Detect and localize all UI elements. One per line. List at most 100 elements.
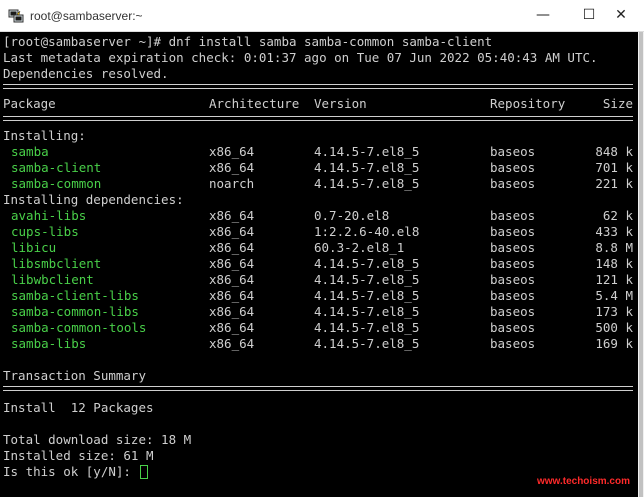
- package-version: 4.14.5-7.el8_5: [314, 288, 420, 303]
- package-size: 701 k: [595, 160, 633, 175]
- separator-line: [3, 116, 633, 121]
- package-version: 1:2.2.6-40.el8: [314, 224, 420, 239]
- package-arch: x86_64: [209, 240, 255, 255]
- package-name: samba-client: [11, 160, 102, 175]
- package-name: samba-common-tools: [11, 320, 147, 335]
- package-row: samba-common-tools x86_64 4.14.5-7.el8_5 ba…: [3, 320, 633, 336]
- prompt-text: Is this ok [y/N]:: [3, 464, 139, 479]
- package-size: 5.4 M: [595, 288, 633, 303]
- package-version: 0.7-20.el8: [314, 208, 390, 223]
- package-row: libwbclient x86_64 4.14.5-7.el8_5 baseos 121…: [3, 272, 633, 288]
- package-name: samba-libs: [11, 336, 87, 351]
- package-size: 148 k: [595, 256, 633, 271]
- package-row: libsmbclient x86_64 4.14.5-7.el8_5 baseos 14…: [3, 256, 633, 272]
- package-row: samba-libs x86_64 4.14.5-7.el8_5 baseos 169 …: [3, 336, 633, 352]
- window-title: root@sambaserver:~: [30, 9, 143, 23]
- package-arch: x86_64: [209, 320, 255, 335]
- package-version: 60.3-2.el8_1: [314, 240, 405, 255]
- package-repo: baseos: [490, 336, 536, 351]
- package-repo: baseos: [490, 288, 536, 303]
- package-repo: baseos: [490, 272, 536, 287]
- package-version: 4.14.5-7.el8_5: [314, 176, 420, 191]
- package-row: samba-client-libs x86_64 4.14.5-7.el8_5 bas…: [3, 288, 633, 304]
- separator-line: [3, 84, 633, 89]
- package-version: 4.14.5-7.el8_5: [314, 272, 420, 287]
- package-version: 4.14.5-7.el8_5: [314, 304, 420, 319]
- download-size-line: Total download size: 18 M: [3, 432, 192, 447]
- dependencies-label: Installing dependencies:: [3, 192, 184, 207]
- command-line: [root@sambaserver ~]# dnf install samba …: [3, 34, 493, 49]
- installing-label: Installing:: [3, 128, 86, 143]
- package-name: libicu: [11, 240, 57, 255]
- confirm-prompt[interactable]: Is this ok [y/N]:: [3, 464, 149, 480]
- package-row: cups-libs x86_64 1:2.2.6-40.el8 baseos 433 k: [3, 224, 633, 240]
- package-row: samba-common noarch 4.14.5-7.el8_5 baseos 22…: [3, 176, 633, 192]
- package-arch: x86_64: [209, 272, 255, 287]
- package-size: 848 k: [595, 144, 633, 159]
- package-arch: x86_64: [209, 304, 255, 319]
- metadata-line: Last metadata expiration check: 0:01:37 …: [3, 50, 598, 65]
- package-arch: x86_64: [209, 160, 255, 175]
- package-repo: baseos: [490, 240, 536, 255]
- package-name: libwbclient: [11, 272, 94, 287]
- header-repository: Repository: [490, 96, 566, 111]
- header-package: Package: [3, 96, 56, 111]
- package-name: cups-libs: [11, 224, 79, 239]
- package-repo: baseos: [490, 208, 536, 223]
- terminal-output[interactable]: [root@sambaserver ~]# dnf install samba …: [0, 32, 638, 497]
- package-arch: x86_64: [209, 256, 255, 271]
- deps-resolved-line: Dependencies resolved.: [3, 66, 169, 81]
- package-size: 433 k: [595, 224, 633, 239]
- window-titlebar[interactable]: root@sambaserver:~ — ☐ ✕: [0, 0, 644, 32]
- package-arch: noarch: [209, 176, 255, 191]
- table-header: Package Architecture Version Repository …: [3, 96, 633, 112]
- transaction-summary-label: Transaction Summary: [3, 368, 146, 383]
- scrollbar-thumb[interactable]: [639, 32, 643, 497]
- installed-size-line: Installed size: 61 M: [3, 448, 154, 463]
- package-repo: baseos: [490, 160, 536, 175]
- separator-line: [3, 386, 633, 391]
- header-size: Size: [602, 96, 633, 111]
- package-name: samba-common: [11, 176, 102, 191]
- package-row: samba-client x86_64 4.14.5-7.el8_5 baseos 70…: [3, 160, 633, 176]
- package-name: libsmbclient: [11, 256, 102, 271]
- package-arch: x86_64: [209, 336, 255, 351]
- package-name: avahi-libs: [11, 208, 87, 223]
- putty-terminal-icon[interactable]: [8, 8, 24, 24]
- package-version: 4.14.5-7.el8_5: [314, 336, 420, 351]
- package-row: avahi-libs x86_64 0.7-20.el8 baseos 62 k: [3, 208, 633, 224]
- package-repo: baseos: [490, 144, 536, 159]
- package-repo: baseos: [490, 320, 536, 335]
- package-repo: baseos: [490, 224, 536, 239]
- package-arch: x86_64: [209, 208, 255, 223]
- watermark-text: www.techoism.com: [537, 476, 630, 487]
- package-arch: x86_64: [209, 144, 255, 159]
- package-repo: baseos: [490, 176, 536, 191]
- header-version: Version: [314, 96, 367, 111]
- package-repo: baseos: [490, 256, 536, 271]
- package-size: 8.8 M: [595, 240, 633, 255]
- package-size: 173 k: [595, 304, 633, 319]
- package-version: 4.14.5-7.el8_5: [314, 320, 420, 335]
- package-arch: x86_64: [209, 224, 255, 239]
- vertical-scrollbar[interactable]: [638, 32, 644, 497]
- package-version: 4.14.5-7.el8_5: [314, 160, 420, 175]
- package-row: libicu x86_64 60.3-2.el8_1 baseos 8.8 M: [3, 240, 633, 256]
- package-name: samba: [11, 144, 49, 159]
- header-architecture: Architecture: [209, 96, 300, 111]
- package-name: samba-common-libs: [11, 304, 139, 319]
- package-size: 62 k: [602, 208, 633, 223]
- text-cursor[interactable]: [140, 465, 149, 479]
- package-size: 169 k: [595, 336, 633, 351]
- package-repo: baseos: [490, 304, 536, 319]
- package-size: 121 k: [595, 272, 633, 287]
- package-version: 4.14.5-7.el8_5: [314, 144, 420, 159]
- install-summary: Install 12 Packages: [3, 400, 154, 415]
- close-button[interactable]: ✕: [598, 0, 644, 31]
- package-name: samba-client-libs: [11, 288, 139, 303]
- package-size: 500 k: [595, 320, 633, 335]
- package-version: 4.14.5-7.el8_5: [314, 256, 420, 271]
- minimize-button[interactable]: —: [520, 0, 566, 31]
- package-row: samba-common-libs x86_64 4.14.5-7.el8_5 bas…: [3, 304, 633, 320]
- package-arch: x86_64: [209, 288, 255, 303]
